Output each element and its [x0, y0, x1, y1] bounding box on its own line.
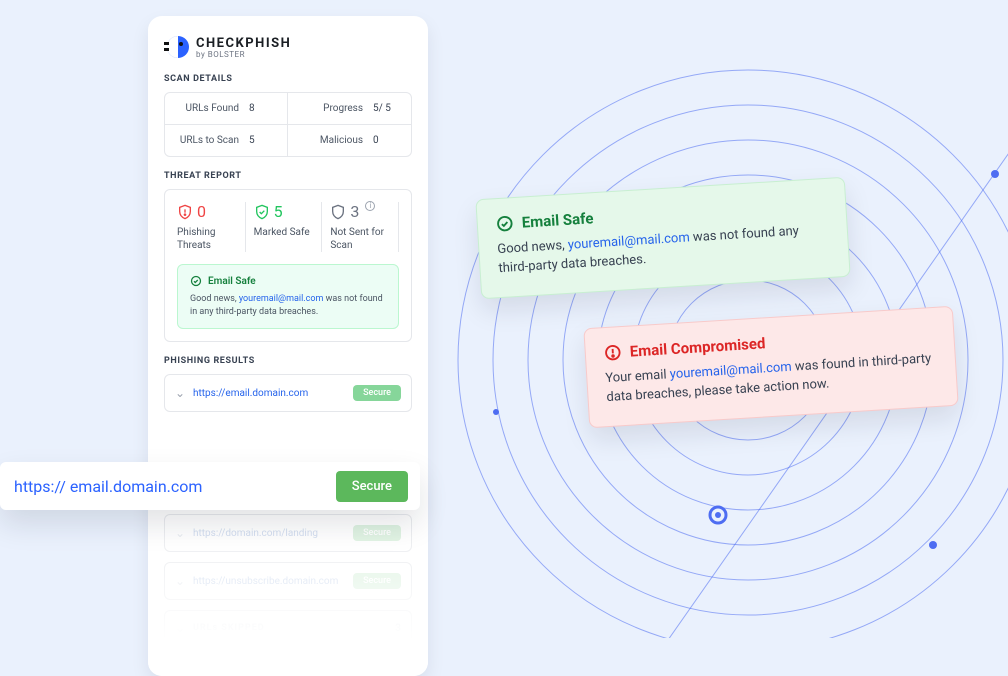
result-url: https://email.domain.com: [193, 388, 345, 399]
urls-skipped-row[interactable]: ⌄ URLs SKIPPED 3: [164, 610, 412, 646]
stat-value: 0: [373, 135, 399, 146]
secure-badge-button[interactable]: Secure: [336, 471, 408, 502]
toast-email-safe: Email Safe Good news, youremail@mail.com…: [475, 177, 850, 299]
chevron-down-icon: ⌄: [175, 574, 185, 588]
shield-icon: [330, 204, 346, 220]
stat-label: Malicious: [300, 135, 363, 146]
threat-safe: 5 Marked Safe: [254, 202, 323, 252]
brand-logo-icon: [164, 34, 190, 60]
stat-value: 8: [249, 103, 275, 114]
result-url: https://domain.com/landing: [193, 528, 345, 539]
threat-phishing: 0 Phishing Threats: [177, 202, 246, 252]
stat-urls-found: URLs Found 8: [165, 93, 288, 125]
threat-unsent: 3 i Not Sent for Scan: [330, 202, 399, 252]
status-badge: Secure: [353, 525, 401, 541]
email-safe-panel: Email Safe Good news, youremail@mail.com…: [177, 264, 399, 329]
section-title-scan-details: SCAN DETAILS: [164, 74, 412, 84]
brand-name: CHECKPHISH: [196, 36, 291, 51]
stat-progress: Progress 5/ 5: [288, 93, 411, 125]
toast-email-compromised: Email Compromised Your email youremail@m…: [583, 306, 958, 428]
threat-report-box: 0 Phishing Threats 5 Marked Safe 3 i Not…: [164, 189, 412, 342]
toast-prefix: Good news,: [497, 238, 568, 257]
toast-address: youremail@mail.com: [567, 230, 690, 252]
checkphish-card: CHECKPHISH by BOLSTER SCAN DETAILS URLs …: [148, 16, 428, 676]
info-icon[interactable]: i: [365, 201, 375, 211]
threat-label: Marked Safe: [254, 227, 314, 240]
email-safe-address: youremail@mail.com: [239, 294, 324, 304]
section-title-phishing-results: PHISHING RESULTS: [164, 356, 412, 366]
alert-circle-icon: [603, 343, 622, 362]
email-safe-title: Email Safe: [208, 276, 256, 287]
stat-label: URLs to Scan: [177, 135, 239, 146]
stat-label: URLs Found: [177, 103, 239, 114]
stat-malicious: Malicious 0: [288, 125, 411, 156]
chevron-down-icon: ⌄: [175, 621, 185, 635]
email-safe-body: Good news, youremail@mail.com was not fo…: [190, 293, 386, 318]
toast-prefix: Your email: [605, 367, 670, 386]
result-row[interactable]: ⌄ https://email.domain.com Secure: [164, 374, 412, 412]
overlay-url-text: https:// email.domain.com: [14, 477, 202, 496]
status-badge: Secure: [353, 385, 401, 401]
email-safe-prefix: Good news,: [190, 294, 239, 304]
stat-value: 5: [249, 135, 275, 146]
threat-label: Not Sent for Scan: [330, 227, 390, 252]
chevron-down-icon: ⌄: [175, 386, 185, 400]
url-result-overlay: https:// email.domain.com Secure: [0, 462, 420, 510]
result-row[interactable]: ⌄ https://domain.com/landing Secure: [164, 514, 412, 552]
stat-urls-to-scan: URLs to Scan 5: [165, 125, 288, 156]
skipped-label: URLs SKIPPED: [193, 623, 387, 633]
toast-title: Email Compromised: [629, 334, 766, 360]
stat-value: 5/ 5: [373, 103, 399, 114]
toast-title: Email Safe: [521, 209, 594, 231]
check-circle-icon: [190, 275, 202, 287]
brand-subtitle: by BOLSTER: [196, 50, 291, 59]
result-row[interactable]: ⌄ https://unsubscribe.domain.com Secure: [164, 562, 412, 600]
threat-count: 0: [197, 202, 206, 221]
shield-check-icon: [254, 204, 270, 220]
threat-count: 5: [274, 202, 283, 221]
skipped-count: 3: [395, 623, 401, 634]
threat-count: 3: [350, 202, 359, 221]
check-circle-icon: [495, 214, 514, 233]
threat-label: Phishing Threats: [177, 227, 237, 252]
section-title-threat-report: THREAT REPORT: [164, 171, 412, 181]
result-url: https://unsubscribe.domain.com: [193, 576, 345, 587]
shield-alert-icon: [177, 204, 193, 220]
brand: CHECKPHISH by BOLSTER: [164, 34, 412, 60]
chevron-down-icon: ⌄: [175, 526, 185, 540]
stat-label: Progress: [300, 103, 363, 114]
status-badge: Secure: [353, 573, 401, 589]
scan-details-box: URLs Found 8 Progress 5/ 5 URLs to Scan …: [164, 92, 412, 157]
